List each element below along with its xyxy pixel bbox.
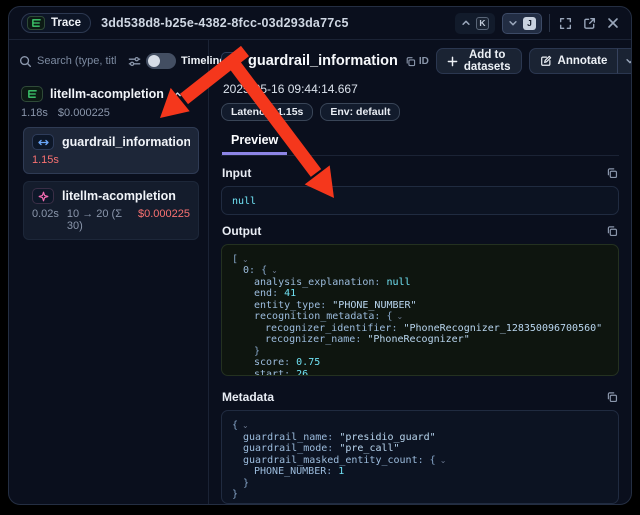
copy-icon	[606, 167, 618, 179]
root-latency: 1.18s	[21, 107, 48, 119]
tree-item-latency: 0.02s	[32, 208, 59, 232]
chevron-down-icon	[625, 56, 632, 66]
collapse-all-icon[interactable]	[173, 90, 182, 99]
add-to-datasets-button[interactable]: Add to datasets	[436, 48, 522, 74]
copy-icon	[606, 225, 618, 237]
chevron-down-icon	[508, 18, 518, 28]
input-section-title: Input	[222, 166, 251, 180]
metadata-code-block[interactable]: {⌄guardrail_name: "presidio_guard"guardr…	[221, 410, 619, 504]
maximize-icon	[559, 17, 572, 30]
trace-tree-icon	[21, 86, 43, 102]
external-link-icon	[583, 17, 596, 30]
expand-fullscreen-button[interactable]	[557, 15, 574, 32]
tree-item-tokens: 10 → 20 (Σ 30)	[67, 208, 130, 232]
close-button[interactable]	[605, 15, 621, 31]
tree-item-latency: 1.15s	[32, 154, 59, 166]
topbar: Trace 3dd538d8-b25e-4382-8fcc-03d293da77…	[9, 7, 631, 40]
generation-sparkle-icon	[32, 188, 54, 204]
page-title: guardrail_information	[248, 53, 398, 69]
chevron-up-icon	[461, 18, 471, 28]
copy-icon	[606, 391, 618, 403]
next-trace-button[interactable]: J	[502, 13, 542, 34]
tree-item-cost: $0.000225	[138, 208, 190, 232]
annotate-label: Annotate	[558, 55, 608, 67]
copy-id-chip[interactable]: ID	[405, 56, 429, 67]
trace-id: 3dd538d8-b25e-4382-8fcc-03d293da77c5	[101, 16, 349, 30]
metadata-section-title: Metadata	[222, 390, 274, 404]
tree-item-litellm-acompletion[interactable]: litellm-acompletion 0.02s 10 → 20 (Σ 30)…	[23, 181, 199, 240]
shortcut-key-k: K	[476, 17, 489, 30]
copy-icon	[405, 56, 416, 67]
add-to-datasets-label: Add to datasets	[464, 49, 511, 73]
trace-tree-sidebar: Timeline litellm-acompletion 1.18s $0.00…	[9, 40, 209, 504]
trace-type-badge: Trace	[21, 13, 91, 33]
topbar-divider	[549, 14, 550, 32]
input-code-block[interactable]: null	[221, 186, 619, 215]
trace-tree-icon	[27, 16, 45, 30]
root-cost: $0.000225	[58, 107, 110, 119]
tab-preview[interactable]: Preview	[222, 130, 287, 155]
filter-sliders-icon[interactable]	[128, 55, 141, 68]
tree-item-guardrail-information[interactable]: guardrail_information 1.15s	[23, 127, 199, 174]
annotate-pen-icon	[540, 55, 552, 67]
output-code-block[interactable]: [⌄0: {⌄analysis_explanation: nullend: 41…	[221, 244, 619, 377]
plus-icon	[447, 56, 458, 67]
span-detail-panel: guardrail_information ID Add to datasets…	[209, 40, 631, 504]
root-trace-label: litellm-acompletion	[50, 87, 166, 101]
trace-detail-window: Trace 3dd538d8-b25e-4382-8fcc-03d293da77…	[8, 6, 632, 505]
id-label: ID	[419, 56, 429, 67]
trace-badge-label: Trace	[51, 17, 81, 29]
root-trace-stats: 1.18s $0.000225	[21, 107, 199, 119]
tree-item-label: litellm-acompletion	[62, 189, 176, 203]
tree-root-trace[interactable]: litellm-acompletion	[19, 85, 199, 103]
close-icon	[607, 17, 619, 29]
span-arrows-icon	[32, 134, 54, 150]
search-input[interactable]	[37, 55, 123, 67]
copy-metadata-button[interactable]	[606, 391, 618, 403]
search-icon	[19, 55, 32, 68]
open-external-button[interactable]	[581, 15, 598, 32]
toggle-knob	[148, 55, 160, 67]
tree-item-label: guardrail_information	[62, 135, 190, 149]
copy-output-button[interactable]	[606, 225, 618, 237]
env-badge: Env: default	[320, 103, 400, 121]
span-timestamp: 2025-05-16 09:44:14.667	[223, 82, 619, 96]
shortcut-key-j: J	[523, 17, 536, 30]
timeline-toggle[interactable]	[146, 53, 176, 69]
prev-trace-button[interactable]: K	[455, 13, 495, 34]
annotate-button[interactable]: Annotate	[529, 48, 619, 74]
span-arrows-icon	[221, 52, 241, 70]
annotate-dropdown-button[interactable]	[618, 48, 632, 74]
latency-badge: Latency: 1.15s	[221, 103, 313, 121]
tab-bar: Preview	[221, 130, 619, 156]
copy-input-button[interactable]	[606, 167, 618, 179]
output-section-title: Output	[222, 224, 261, 238]
expand-all-icon[interactable]	[188, 90, 197, 99]
topbar-controls: K J	[455, 13, 621, 34]
